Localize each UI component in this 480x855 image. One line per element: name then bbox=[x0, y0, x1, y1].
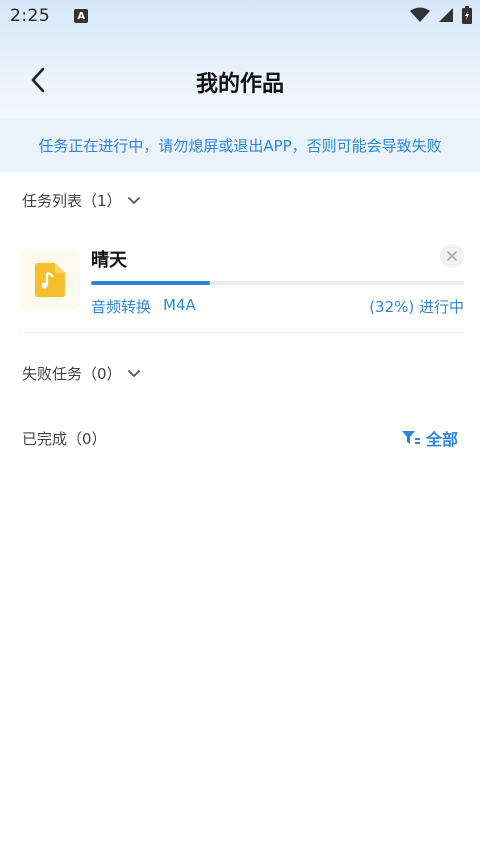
wifi-icon bbox=[410, 7, 430, 22]
cancel-task-button[interactable] bbox=[440, 244, 464, 268]
task-thumbnail bbox=[20, 250, 80, 310]
page-title: 我的作品 bbox=[195, 72, 284, 97]
task-list-label: 任务列表（1） bbox=[22, 192, 122, 210]
notice-text: 任务正在进行中，请勿熄屏或退出APP，否则可能会导致失败 bbox=[38, 136, 442, 155]
task-list-header[interactable]: 任务列表（1） bbox=[22, 190, 140, 211]
battery-icon bbox=[462, 6, 472, 24]
task-name: 晴天 bbox=[91, 250, 127, 271]
divider bbox=[18, 332, 464, 333]
chevron-down-icon bbox=[127, 196, 140, 204]
music-note-icon bbox=[35, 263, 65, 297]
filter-label: 全部 bbox=[425, 430, 458, 449]
status-bar: 2:25 A bbox=[0, 0, 480, 32]
completed-label: 已完成（0） bbox=[22, 430, 107, 448]
progress-fill bbox=[91, 281, 211, 285]
warning-notice: 任务正在进行中，请勿熄屏或退出APP，否则可能会导致失败 bbox=[0, 118, 480, 172]
status-icons bbox=[410, 6, 472, 24]
failed-tasks-header[interactable]: 失败任务（0） bbox=[22, 363, 140, 384]
failed-tasks-label: 失败任务（0） bbox=[22, 365, 122, 383]
task-card[interactable]: 晴天 音频转换 M4A (32%) 进行中 bbox=[18, 238, 468, 334]
status-time: 2:25 bbox=[10, 6, 51, 26]
signal-icon bbox=[439, 8, 453, 22]
filter-icon bbox=[401, 431, 420, 444]
completed-header: 已完成（0） bbox=[22, 428, 107, 449]
progress-bar bbox=[91, 281, 464, 285]
content-area: 任务列表（1） 晴天 音频转换 M4A (32%) 进行中 失败任务（0） 已完… bbox=[0, 172, 480, 855]
filter-button[interactable]: 全部 bbox=[401, 426, 458, 450]
task-progress-status: (32%) 进行中 bbox=[369, 298, 464, 316]
navigation-bar: 我的作品 bbox=[0, 48, 480, 112]
task-format: M4A bbox=[163, 296, 196, 314]
notification-a-icon: A bbox=[74, 9, 89, 23]
chevron-down-icon bbox=[127, 369, 140, 377]
close-icon bbox=[447, 251, 457, 261]
task-meta: 音频转换 M4A bbox=[91, 296, 196, 317]
task-category: 音频转换 bbox=[91, 298, 152, 316]
